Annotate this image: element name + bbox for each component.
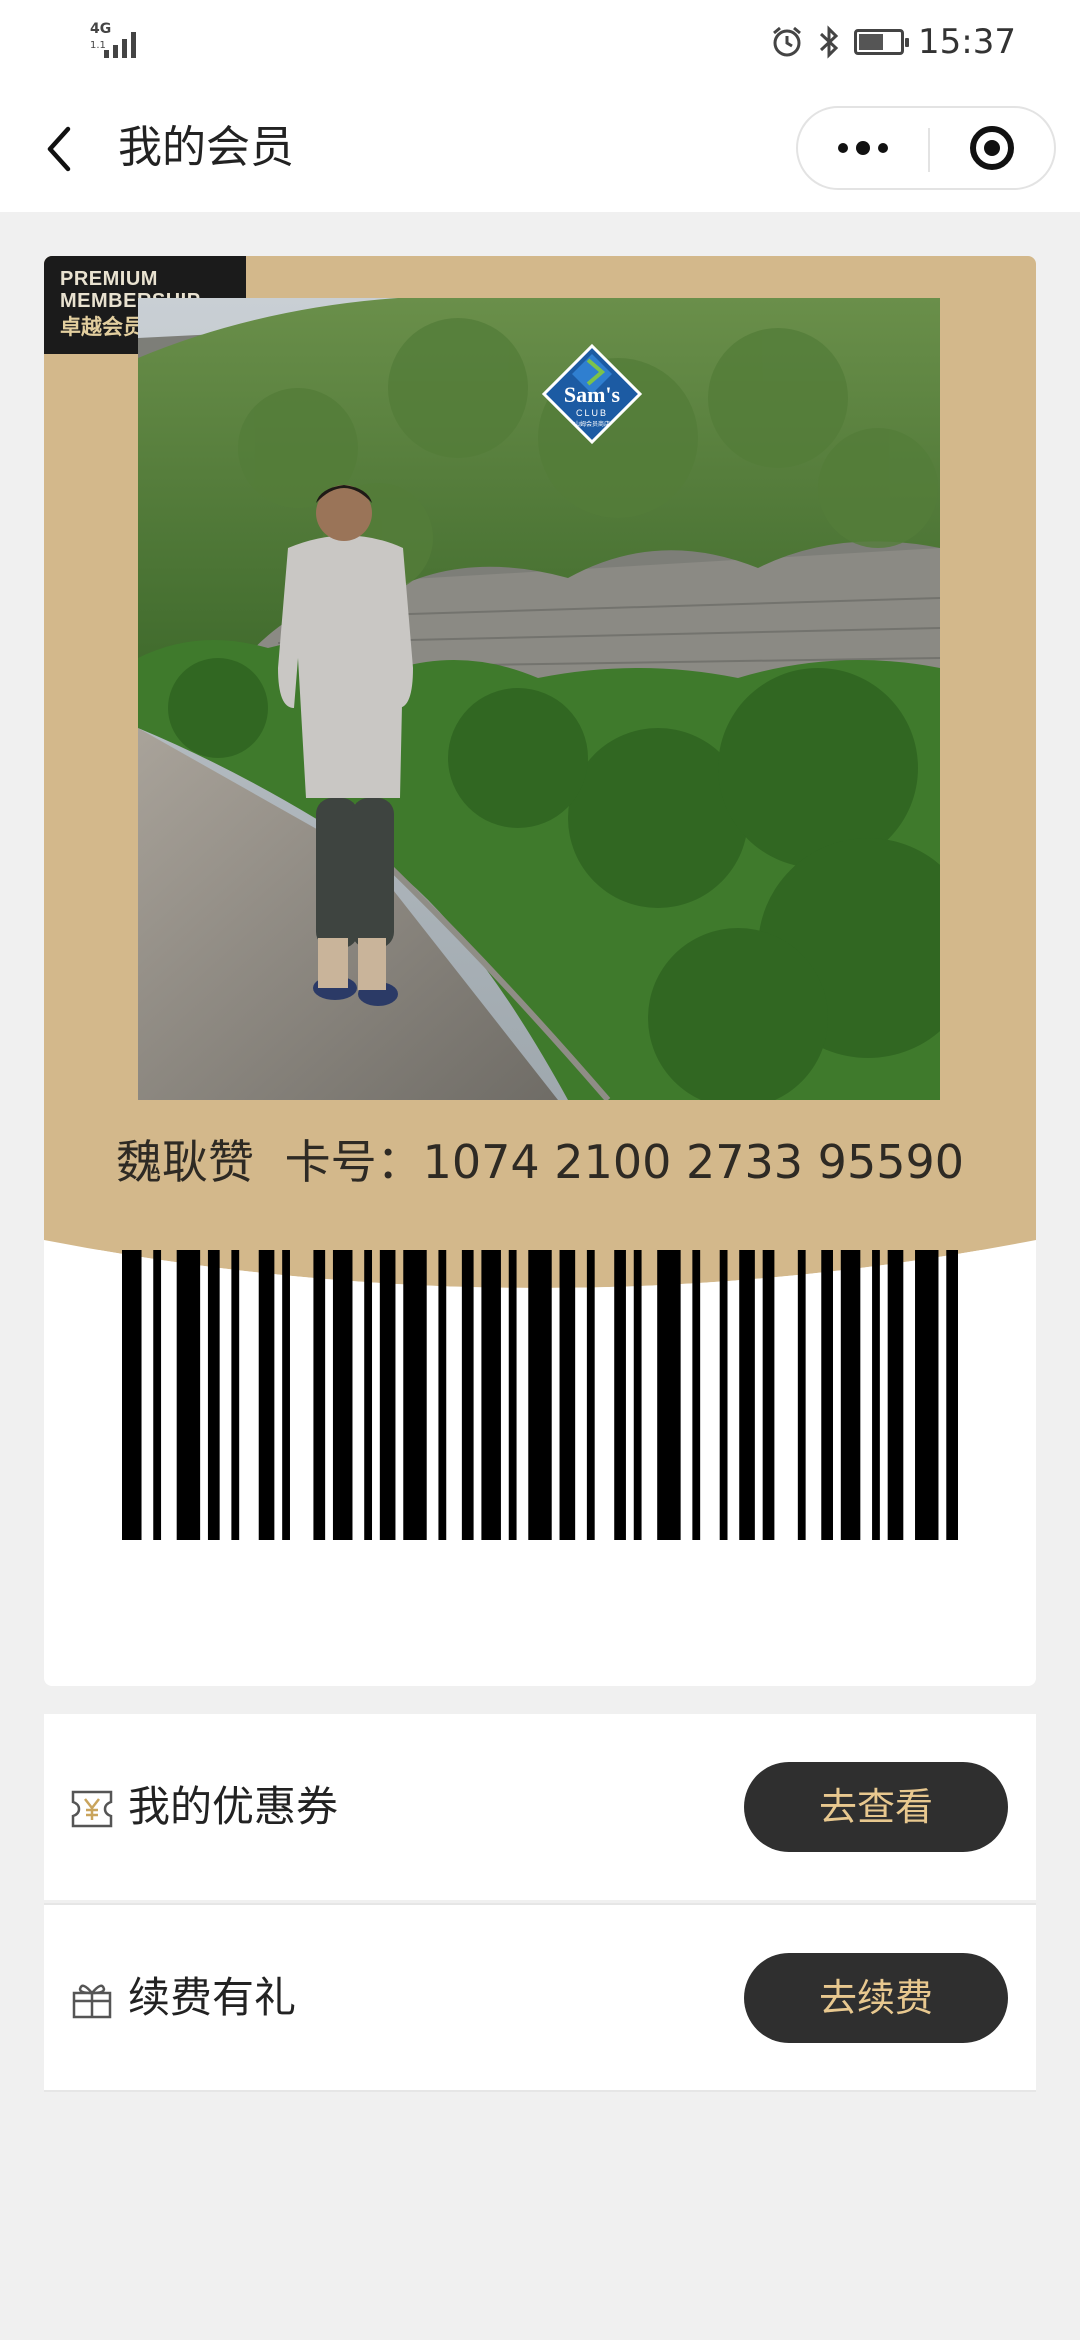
coupon-row[interactable]: 我的优惠券 去查看 bbox=[44, 1714, 1036, 1900]
barcode-bar bbox=[403, 1250, 427, 1540]
member-photo: Sam's CLUB 山姆会员商店 bbox=[138, 298, 940, 1100]
barcode-bar bbox=[840, 1250, 861, 1540]
coupon-icon bbox=[71, 1790, 113, 1828]
barcode-bar bbox=[887, 1250, 904, 1540]
badge-line1: PREMIUM bbox=[60, 268, 158, 290]
barcode-bar bbox=[258, 1250, 275, 1540]
capsule-divider bbox=[928, 128, 930, 172]
barcode-bar bbox=[872, 1250, 880, 1540]
status-right: 15:37 bbox=[770, 16, 1016, 68]
barcode-bar bbox=[207, 1250, 220, 1540]
barcode[interactable] bbox=[122, 1250, 958, 1540]
barcode-bar bbox=[379, 1250, 396, 1540]
membership-card: PREMIUM MEMBERSHIP 卓越会员 Sam's CLUB 山姆会员商… bbox=[44, 256, 1036, 1686]
barcode-bar bbox=[461, 1250, 474, 1540]
barcode-bar bbox=[797, 1250, 806, 1540]
renewal-label: 续费有礼 bbox=[128, 1973, 297, 2022]
renewal-row[interactable]: 续费有礼 去续费 bbox=[44, 1903, 1036, 2091]
barcode-bar bbox=[332, 1250, 353, 1540]
svg-text:Sam's: Sam's bbox=[564, 382, 621, 407]
barcode-bar bbox=[313, 1250, 326, 1540]
barcode-bar bbox=[657, 1250, 681, 1540]
barcode-bar bbox=[719, 1250, 728, 1540]
barcode-bar bbox=[692, 1250, 701, 1540]
barcode-bar bbox=[282, 1250, 290, 1540]
barcode-bar bbox=[762, 1250, 775, 1540]
barcode-bar bbox=[231, 1250, 240, 1540]
barcode-bar bbox=[122, 1250, 142, 1540]
member-info: 魏耿赞 卡号：1074 2100 2733 95590 bbox=[44, 1132, 1036, 1192]
status-bar: 4G 1.1 15:37 bbox=[0, 0, 1080, 84]
row-divider bbox=[44, 2090, 1036, 2092]
barcode-bar bbox=[176, 1250, 201, 1540]
badge-line3: 卓越会员 bbox=[60, 315, 144, 339]
svg-text:山姆会员商店: 山姆会员商店 bbox=[574, 420, 610, 428]
barcode-bar bbox=[364, 1250, 373, 1540]
barcode-bar bbox=[821, 1250, 833, 1540]
target-icon[interactable] bbox=[970, 126, 1014, 170]
clock: 15:37 bbox=[918, 22, 1016, 62]
view-coupons-button[interactable]: 去查看 bbox=[744, 1762, 1008, 1852]
card-number-label: 卡号： bbox=[284, 1135, 423, 1189]
barcode-bar bbox=[633, 1250, 642, 1540]
barcode-bar bbox=[614, 1250, 626, 1540]
barcode-bar bbox=[481, 1250, 501, 1540]
barcode-bar bbox=[153, 1250, 162, 1540]
barcode-bar bbox=[508, 1250, 517, 1540]
barcode-bar bbox=[559, 1250, 576, 1540]
back-arrow-icon[interactable] bbox=[40, 124, 84, 174]
barcode-bar bbox=[739, 1250, 755, 1540]
miniprogram-capsule bbox=[796, 106, 1056, 190]
member-name: 魏耿赞 bbox=[115, 1135, 254, 1189]
gift-icon bbox=[72, 1984, 112, 2019]
barcode-bar bbox=[528, 1250, 552, 1540]
barcode-bar bbox=[586, 1250, 595, 1540]
navigation-bar: 我的会员 bbox=[0, 84, 1080, 212]
svg-text:CLUB: CLUB bbox=[576, 408, 608, 418]
barcode-bar bbox=[915, 1250, 939, 1540]
alarm-icon bbox=[773, 26, 801, 57]
card-number: 1074 2100 2733 95590 bbox=[422, 1135, 965, 1189]
coupon-label: 我的优惠券 bbox=[128, 1782, 339, 1831]
page-title: 我的会员 bbox=[118, 122, 294, 173]
signal-icon: 4G 1.1 bbox=[90, 22, 144, 60]
bluetooth-icon bbox=[819, 25, 839, 59]
barcode-bar bbox=[438, 1250, 447, 1540]
battery-icon bbox=[854, 29, 910, 55]
renew-button[interactable]: 去续费 bbox=[744, 1953, 1008, 2043]
more-dots-icon[interactable] bbox=[798, 108, 928, 188]
barcode-bar bbox=[946, 1250, 958, 1540]
